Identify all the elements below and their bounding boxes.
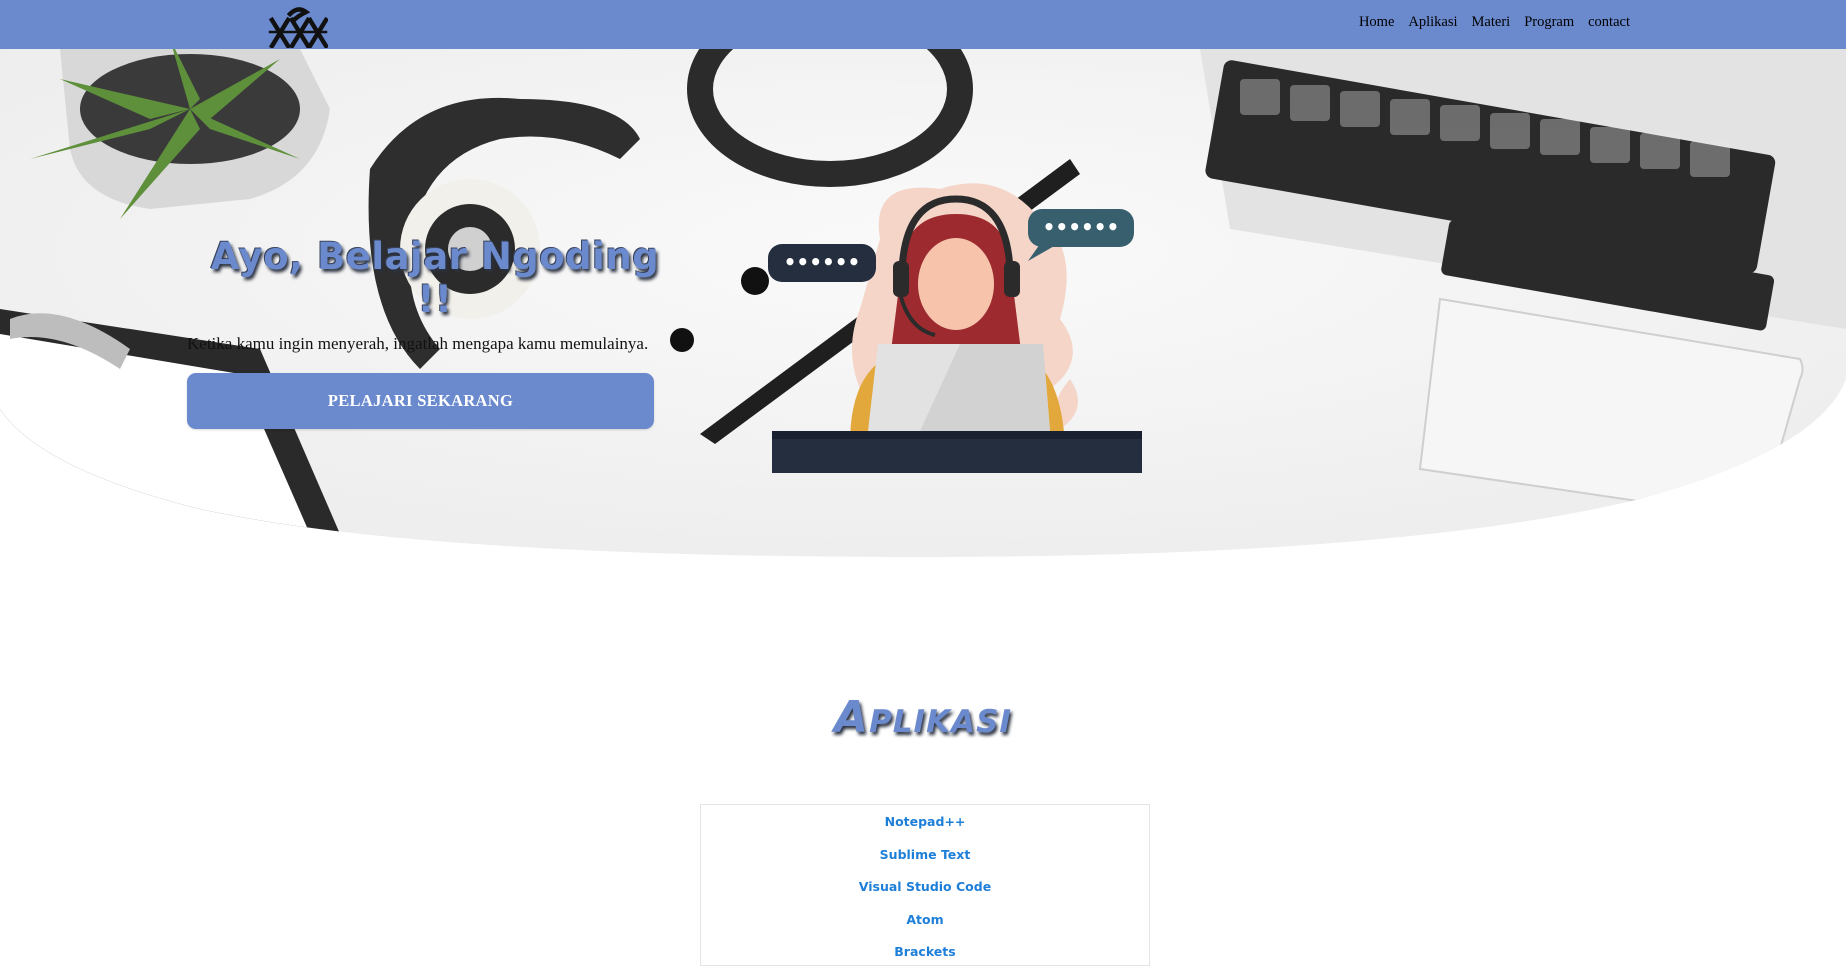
aplikasi-item-vscode[interactable]: Visual Studio Code: [701, 878, 1149, 911]
aplikasi-item-sublime-text[interactable]: Sublime Text: [701, 846, 1149, 879]
navbar: Home Aplikasi Materi Program contact: [0, 0, 1846, 49]
nav-menu: Home Aplikasi Materi Program contact: [1359, 0, 1630, 44]
aplikasi-item-brackets[interactable]: Brackets: [701, 943, 1149, 976]
hero-subtitle: Ketika kamu ingin menyerah, ingatlah men…: [187, 334, 649, 353]
aplikasi-item-notepadpp[interactable]: Notepad++: [701, 813, 1149, 846]
brand-logo-icon[interactable]: [268, 6, 328, 48]
nav-contact-link[interactable]: contact: [1588, 14, 1630, 31]
aplikasi-section-title: Aplikasi: [834, 692, 1012, 743]
chat-bubble-right-text: ••••••: [1043, 215, 1120, 239]
learn-now-button[interactable]: PELAJARI SEKARANG: [187, 373, 654, 429]
aplikasi-list-box: Notepad++ Sublime Text Visual Studio Cod…: [700, 804, 1150, 966]
nav-aplikasi-link[interactable]: Aplikasi: [1408, 14, 1457, 31]
aplikasi-item-atom[interactable]: Atom: [701, 911, 1149, 944]
support-illustration: •••••• ••••••: [768, 183, 1142, 473]
nav-home-link[interactable]: Home: [1359, 14, 1394, 31]
chat-bubble-left-text: ••••••: [784, 250, 861, 274]
nav-materi-link[interactable]: Materi: [1472, 14, 1511, 31]
hero-title: Ayo, Belajar Ngoding !!: [210, 235, 660, 321]
hero-section: •••••• •••••• Ayo, Belajar Ngoding !! Ke…: [0, 49, 1846, 557]
nav-program-link[interactable]: Program: [1524, 14, 1574, 31]
